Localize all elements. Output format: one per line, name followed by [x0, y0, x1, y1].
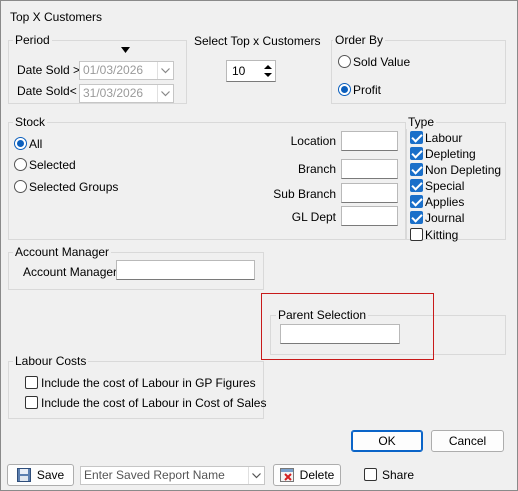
- radio-selected[interactable]: [14, 158, 27, 171]
- radio-sold-value[interactable]: [338, 55, 351, 68]
- location-input[interactable]: [341, 131, 398, 151]
- labour-costs-label: Labour Costs: [13, 354, 89, 368]
- radio-selected-groups[interactable]: [14, 180, 27, 193]
- checkbox-kitting[interactable]: [410, 228, 423, 241]
- selected-label[interactable]: Selected: [29, 158, 76, 172]
- checkbox-labour-cost-of-sales[interactable]: [25, 396, 38, 409]
- gl-dept-label: GL Dept: [291, 210, 336, 224]
- gl-dept-input[interactable]: [341, 206, 398, 226]
- kitting-label[interactable]: Kitting: [425, 228, 458, 242]
- ok-button[interactable]: OK: [351, 430, 423, 452]
- delete-button[interactable]: Delete: [273, 464, 341, 486]
- checkbox-journal[interactable]: [410, 211, 423, 224]
- profit-label[interactable]: Profit: [353, 83, 381, 97]
- highlight-box: [261, 293, 434, 360]
- chevron-down-icon[interactable]: [248, 467, 264, 484]
- account-manager-input[interactable]: [116, 260, 255, 280]
- checkbox-share[interactable]: [364, 468, 377, 481]
- checkbox-special[interactable]: [410, 179, 423, 192]
- date-to-field[interactable]: 31/03/2026: [79, 84, 174, 103]
- labour-costs-group: [8, 361, 264, 419]
- saved-report-name-field[interactable]: Enter Saved Report Name: [80, 466, 265, 485]
- depleting-label[interactable]: Depleting: [425, 147, 476, 161]
- branch-input[interactable]: [341, 159, 398, 179]
- type-label: Type: [406, 115, 437, 129]
- date-to-label: Date Sold<: [17, 84, 77, 98]
- order-by-label: Order By: [333, 33, 386, 47]
- applies-label[interactable]: Applies: [425, 195, 464, 209]
- top-x-label: Select Top x Customers: [194, 34, 321, 48]
- caret-down-icon[interactable]: [121, 47, 130, 53]
- top-x-customers-dialog: Top X Customers Period Date Sold > 01/03…: [0, 0, 518, 491]
- labour-cost-of-sales-label[interactable]: Include the cost of Labour in Cost of Sa…: [41, 396, 266, 410]
- saved-report-placeholder: Enter Saved Report Name: [84, 468, 225, 482]
- top-x-value: 10: [232, 64, 246, 78]
- delete-label: Delete: [299, 468, 335, 482]
- non-depleting-label[interactable]: Non Depleting: [425, 163, 501, 177]
- checkbox-labour-gp[interactable]: [25, 376, 38, 389]
- checkbox-labour[interactable]: [410, 131, 423, 144]
- checkbox-non-depleting[interactable]: [410, 163, 423, 176]
- save-label: Save: [36, 468, 65, 482]
- account-manager-group-label: Account Manager: [13, 245, 112, 259]
- labour-gp-label[interactable]: Include the cost of Labour in GP Figures: [41, 376, 256, 390]
- account-manager-label: Account Manager: [23, 265, 118, 279]
- period-label: Period: [13, 33, 52, 47]
- sub-branch-label: Sub Branch: [273, 187, 336, 201]
- journal-label[interactable]: Journal: [425, 211, 464, 225]
- window-title: Top X Customers: [10, 10, 103, 24]
- special-label[interactable]: Special: [425, 179, 464, 193]
- share-label[interactable]: Share: [382, 468, 414, 482]
- save-button[interactable]: Save: [7, 464, 74, 486]
- top-x-spinner[interactable]: 10: [226, 60, 276, 82]
- checkbox-applies[interactable]: [410, 195, 423, 208]
- date-from-label: Date Sold >: [17, 63, 81, 77]
- radio-profit[interactable]: [338, 83, 351, 96]
- branch-label: Branch: [297, 162, 336, 176]
- sold-value-label[interactable]: Sold Value: [353, 55, 410, 69]
- cancel-button[interactable]: Cancel: [431, 430, 504, 452]
- radio-all[interactable]: [14, 137, 27, 150]
- checkbox-depleting[interactable]: [410, 147, 423, 160]
- date-from-field[interactable]: 01/03/2026: [79, 61, 174, 80]
- chevron-down-icon[interactable]: [157, 62, 173, 79]
- date-from-value: 01/03/2026: [83, 63, 144, 77]
- floppy-disk-icon: [16, 468, 31, 482]
- selected-groups-label[interactable]: Selected Groups: [29, 180, 118, 194]
- all-label[interactable]: All: [29, 137, 42, 151]
- date-to-value: 31/03/2026: [83, 86, 144, 100]
- sub-branch-input[interactable]: [341, 183, 398, 203]
- labour-label[interactable]: Labour: [425, 131, 462, 145]
- chevron-down-icon[interactable]: [157, 85, 173, 102]
- delete-report-icon: [279, 468, 294, 482]
- location-label: Location: [290, 134, 336, 148]
- spinner-arrows-icon[interactable]: [262, 62, 274, 80]
- stock-label: Stock: [13, 115, 48, 129]
